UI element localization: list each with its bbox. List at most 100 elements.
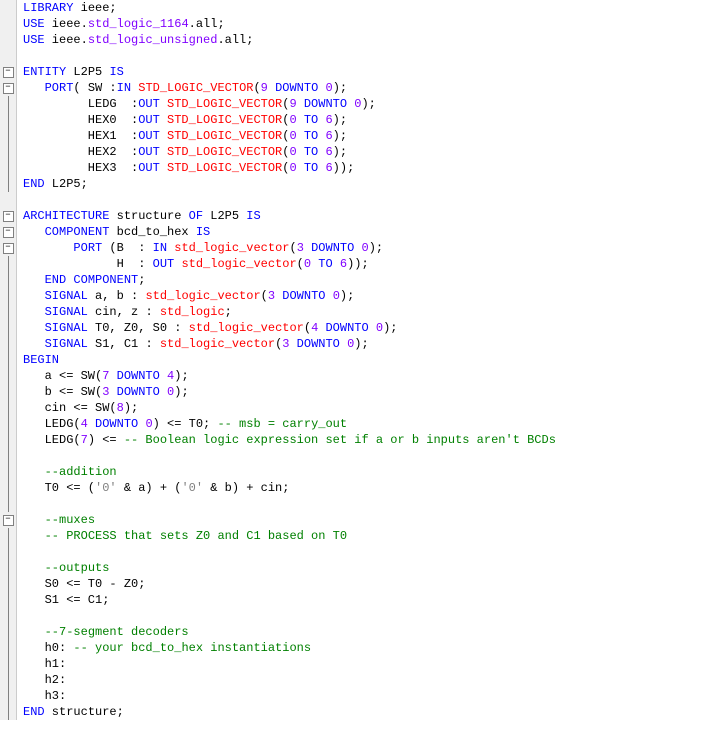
code-line[interactable]: h3: bbox=[23, 688, 556, 704]
fold-line bbox=[8, 432, 9, 448]
token-plain bbox=[297, 129, 304, 143]
code-line[interactable] bbox=[23, 448, 556, 464]
token-plain: HEX2 : bbox=[23, 145, 138, 159]
code-line[interactable]: -- PROCESS that sets Z0 and C1 based on … bbox=[23, 528, 556, 544]
token-plain bbox=[354, 241, 361, 255]
code-line[interactable]: --addition bbox=[23, 464, 556, 480]
code-line[interactable]: h0: -- your bcd_to_hex instantiations bbox=[23, 640, 556, 656]
token-kw: DOWNTO bbox=[311, 241, 354, 255]
token-plain: b <= SW( bbox=[23, 385, 102, 399]
fold-toggle-icon[interactable]: − bbox=[3, 67, 14, 78]
gutter-cell bbox=[0, 656, 16, 672]
code-line[interactable]: USE ieee.std_logic_unsigned.all; bbox=[23, 32, 556, 48]
token-plain bbox=[23, 337, 45, 351]
code-line[interactable] bbox=[23, 608, 556, 624]
gutter-cell: − bbox=[0, 208, 16, 224]
token-plain: ); bbox=[333, 145, 347, 159]
code-line[interactable]: COMPONENT bcd_to_hex IS bbox=[23, 224, 556, 240]
fold-toggle-icon[interactable]: − bbox=[3, 227, 14, 238]
gutter-cell bbox=[0, 592, 16, 608]
token-plain bbox=[160, 129, 167, 143]
token-plain: S1, C1 : bbox=[88, 337, 160, 351]
code-line[interactable]: H : OUT std_logic_vector(0 TO 6)); bbox=[23, 256, 556, 272]
token-kw: COMPONENT bbox=[45, 225, 110, 239]
code-line[interactable]: S0 <= T0 - Z0; bbox=[23, 576, 556, 592]
code-line[interactable]: a <= SW(7 DOWNTO 4); bbox=[23, 368, 556, 384]
code-line[interactable]: T0 <= ('0' & a) + ('0' & b) + cin; bbox=[23, 480, 556, 496]
token-kw: BEGIN bbox=[23, 353, 59, 367]
token-str-ish: 6 bbox=[325, 113, 332, 127]
gutter-cell bbox=[0, 576, 16, 592]
token-kw: DOWNTO bbox=[297, 337, 340, 351]
token-plain: ); bbox=[369, 241, 383, 255]
token-plain: h3: bbox=[23, 689, 66, 703]
token-literal: '0' bbox=[95, 481, 117, 495]
code-line[interactable]: END structure; bbox=[23, 704, 556, 720]
code-line[interactable]: HEX0 :OUT STD_LOGIC_VECTOR(0 TO 6); bbox=[23, 112, 556, 128]
code-line[interactable]: HEX2 :OUT STD_LOGIC_VECTOR(0 TO 6); bbox=[23, 144, 556, 160]
code-line[interactable]: HEX3 :OUT STD_LOGIC_VECTOR(0 TO 6)); bbox=[23, 160, 556, 176]
code-line[interactable]: PORT (B : IN std_logic_vector(3 DOWNTO 0… bbox=[23, 240, 556, 256]
code-line[interactable]: LIBRARY ieee; bbox=[23, 0, 556, 16]
code-line[interactable]: SIGNAL S1, C1 : std_logic_vector(3 DOWNT… bbox=[23, 336, 556, 352]
code-line[interactable] bbox=[23, 192, 556, 208]
token-str-ish: 7 bbox=[81, 433, 88, 447]
token-plain: ( bbox=[289, 241, 296, 255]
token-str-ish: 4 bbox=[81, 417, 88, 431]
code-line[interactable]: LEDG :OUT STD_LOGIC_VECTOR(9 DOWNTO 0); bbox=[23, 96, 556, 112]
fold-line bbox=[8, 624, 9, 640]
code-line[interactable]: LEDG(7) <= -- Boolean logic expression s… bbox=[23, 432, 556, 448]
gutter-cell bbox=[0, 272, 16, 288]
code-line[interactable]: LEDG(4 DOWNTO 0) <= T0; -- msb = carry_o… bbox=[23, 416, 556, 432]
token-comment: -- msb = carry_out bbox=[217, 417, 347, 431]
code-line[interactable]: h2: bbox=[23, 672, 556, 688]
token-str-ish: 6 bbox=[340, 257, 347, 271]
fold-toggle-icon[interactable]: − bbox=[3, 211, 14, 222]
token-plain bbox=[369, 321, 376, 335]
code-line[interactable]: END L2P5; bbox=[23, 176, 556, 192]
code-line[interactable] bbox=[23, 496, 556, 512]
code-line[interactable]: END COMPONENT; bbox=[23, 272, 556, 288]
code-line[interactable] bbox=[23, 544, 556, 560]
fold-line bbox=[8, 384, 9, 400]
code-line[interactable]: SIGNAL T0, Z0, S0 : std_logic_vector(4 D… bbox=[23, 320, 556, 336]
code-line[interactable]: b <= SW(3 DOWNTO 0); bbox=[23, 384, 556, 400]
token-comment: --addition bbox=[45, 465, 117, 479]
code-line[interactable]: SIGNAL cin, z : std_logic; bbox=[23, 304, 556, 320]
code-line[interactable]: USE ieee.std_logic_1164.all; bbox=[23, 16, 556, 32]
token-plain bbox=[340, 337, 347, 351]
code-line[interactable]: SIGNAL a, b : std_logic_vector(3 DOWNTO … bbox=[23, 288, 556, 304]
token-kw: DOWNTO bbox=[325, 321, 368, 335]
fold-line bbox=[8, 304, 9, 320]
code-line[interactable]: --muxes bbox=[23, 512, 556, 528]
fold-toggle-icon[interactable]: − bbox=[3, 83, 14, 94]
code-line[interactable]: cin <= SW(8); bbox=[23, 400, 556, 416]
token-kw: SIGNAL bbox=[45, 305, 88, 319]
fold-line bbox=[8, 576, 9, 592]
code-area[interactable]: LIBRARY ieee;USE ieee.std_logic_1164.all… bbox=[17, 0, 556, 720]
fold-line bbox=[8, 704, 9, 720]
code-line[interactable] bbox=[23, 48, 556, 64]
token-kw: PORT bbox=[45, 81, 74, 95]
token-plain: ( bbox=[261, 289, 268, 303]
code-line[interactable]: --outputs bbox=[23, 560, 556, 576]
code-line[interactable]: PORT( SW :IN STD_LOGIC_VECTOR(9 DOWNTO 0… bbox=[23, 80, 556, 96]
code-line[interactable]: ENTITY L2P5 IS bbox=[23, 64, 556, 80]
code-line[interactable]: HEX1 :OUT STD_LOGIC_VECTOR(0 TO 6); bbox=[23, 128, 556, 144]
code-line[interactable]: ARCHITECTURE structure OF L2P5 IS bbox=[23, 208, 556, 224]
token-plain: LEDG( bbox=[23, 433, 81, 447]
gutter-cell bbox=[0, 336, 16, 352]
fold-line bbox=[8, 112, 9, 128]
code-line[interactable]: --7-segment decoders bbox=[23, 624, 556, 640]
token-plain bbox=[333, 257, 340, 271]
gutter-cell bbox=[0, 112, 16, 128]
code-line[interactable]: S1 <= C1; bbox=[23, 592, 556, 608]
fold-line bbox=[8, 352, 9, 368]
fold-toggle-icon[interactable]: − bbox=[3, 515, 14, 526]
code-line[interactable]: BEGIN bbox=[23, 352, 556, 368]
token-literal: '0' bbox=[181, 481, 203, 495]
fold-toggle-icon[interactable]: − bbox=[3, 243, 14, 254]
code-line[interactable]: h1: bbox=[23, 656, 556, 672]
gutter-cell bbox=[0, 496, 16, 512]
token-kw: ENTITY bbox=[23, 65, 66, 79]
